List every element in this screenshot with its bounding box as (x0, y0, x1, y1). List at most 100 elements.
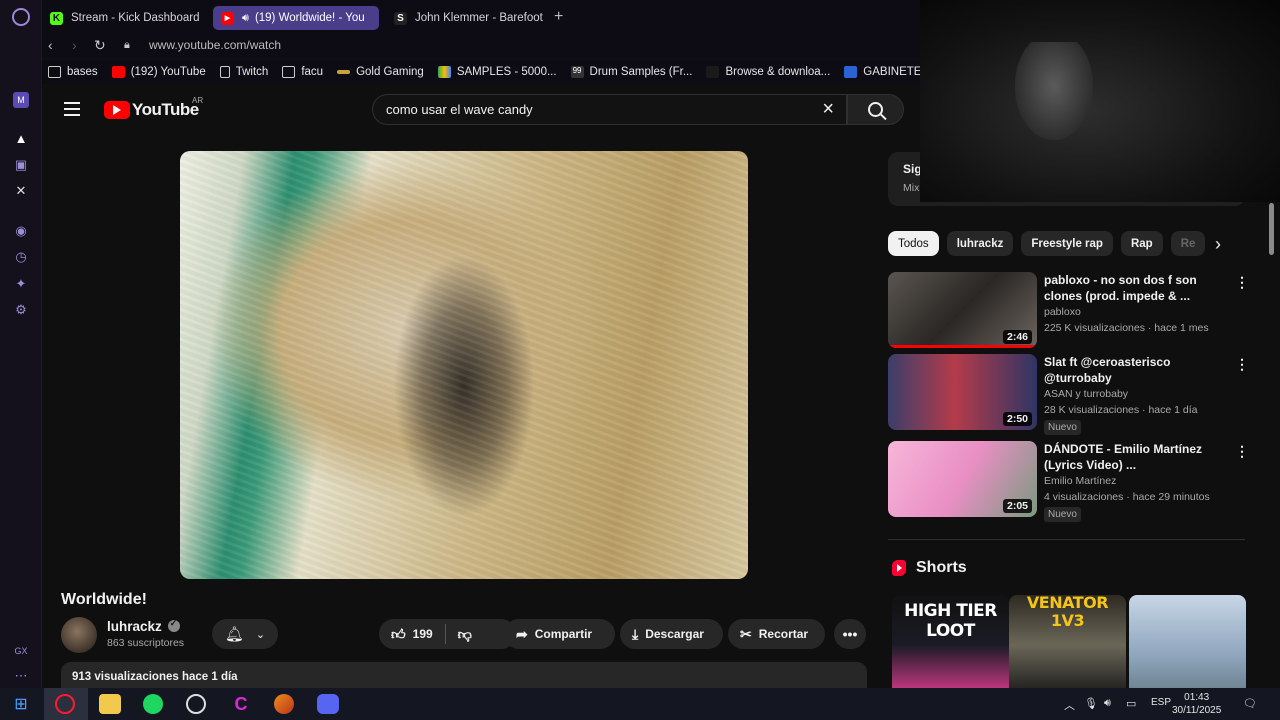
windows-start-icon[interactable]: ⊞ (10, 694, 32, 714)
recommendation-item[interactable]: 2:46 pabloxo - no son dos f son clones (… (888, 272, 1249, 348)
bookmark-twitch[interactable]: Twitch (219, 66, 268, 78)
opera-gx-icon[interactable] (55, 694, 75, 714)
dislike-icon[interactable]: 👎︎ (458, 626, 472, 643)
taskbar: ⊞ C ︿ 🎙︎ 🔊︎ ▭ ESP 01:43 30/11/2025 🗨︎ (0, 688, 1280, 720)
bookmark-youtube[interactable]: (192) YouTube (111, 66, 206, 78)
more-horizontal-icon: ••• (842, 626, 858, 642)
fl-studio-icon[interactable] (274, 694, 294, 714)
chip-todos[interactable]: Todos (888, 231, 939, 256)
short-item[interactable]: VENATOR 1V3 (1009, 595, 1126, 688)
more-vertical-icon[interactable]: ⋮ (1235, 356, 1249, 373)
recommendation-item[interactable]: 2:50 Slat ft @ceroasterisco @turrobaby A… (888, 354, 1249, 435)
search-icon (868, 102, 883, 117)
folder-icon (282, 66, 296, 78)
scrollbar[interactable] (1269, 203, 1274, 255)
share-button[interactable]: ➦ Compartir (504, 619, 615, 649)
capcut-icon[interactable]: C (230, 694, 252, 714)
history-icon[interactable]: ◷ (13, 249, 29, 265)
bookmark-browse[interactable]: Browse & downloa... (706, 66, 830, 78)
like-icon[interactable]: 👍︎ (391, 626, 406, 643)
opera-logo-icon[interactable] (12, 8, 30, 26)
discord-icon[interactable] (317, 694, 339, 714)
page-icon (706, 66, 720, 78)
notification-icon[interactable]: 🗨︎ (1243, 697, 1257, 710)
bookmark-drum-samples[interactable]: 99 Drum Samples (Fr... (570, 66, 692, 78)
video-thumbnail[interactable]: 2:05 (888, 441, 1037, 517)
bookmark-gold-gaming[interactable]: Gold Gaming (337, 66, 424, 78)
x-icon[interactable]: ✕ (13, 183, 29, 199)
file-explorer-icon[interactable] (99, 694, 121, 714)
twitch-icon[interactable]: ▣ (13, 157, 29, 173)
chip-freestyle-rap[interactable]: Freestyle rap (1021, 231, 1113, 256)
gabinete-icon (844, 66, 858, 78)
reload-icon[interactable]: ↻ (94, 37, 106, 54)
language-indicator[interactable]: ESP (1151, 697, 1171, 708)
chevron-right-icon[interactable]: › (1215, 234, 1221, 255)
video-thumbnail[interactable]: 2:46 (888, 272, 1037, 348)
shorts-icon (892, 560, 906, 576)
tab-kick[interactable]: K Stream - Kick Dashboard (42, 6, 207, 30)
clip-button[interactable]: ✂ Recortar (728, 619, 825, 649)
youtube-favicon-icon: ▶ (221, 11, 234, 25)
more-vertical-icon[interactable]: ⋮ (1235, 274, 1249, 291)
new-tab-button[interactable]: + (554, 8, 563, 26)
bookmark-gabinete[interactable]: GABINETE (844, 66, 921, 78)
more-actions-button[interactable]: ••• (834, 619, 866, 649)
forward-icon[interactable]: › (72, 37, 77, 53)
description-box[interactable]: 913 visualizaciones hace 1 día (61, 662, 867, 688)
video-title: Worldwide! (61, 591, 147, 608)
lock-icon: 🔒︎ (124, 39, 130, 51)
download-button[interactable]: ⤓ Descargar (620, 619, 723, 649)
chip-rap[interactable]: Rap (1120, 231, 1163, 256)
youtube-logo[interactable]: YouTube AR (104, 96, 203, 120)
back-icon[interactable]: ‹ (48, 37, 53, 53)
notifications-button[interactable]: 🔔︎ ⌄ (212, 619, 278, 649)
tab-bandcamp[interactable]: S John Klemmer - Barefoot (386, 6, 546, 30)
bookmark-bases[interactable]: bases (48, 66, 98, 78)
chevron-up-icon[interactable]: ︿ (1064, 697, 1075, 713)
spotify-icon[interactable] (143, 694, 163, 714)
messenger-icon[interactable]: M (13, 92, 29, 108)
clear-search-icon[interactable]: × (822, 98, 834, 121)
new-badge: Nuevo (1044, 507, 1081, 522)
gold-gaming-icon (337, 70, 351, 74)
video-thumbnail[interactable]: 2:50 (888, 354, 1037, 430)
like-count[interactable]: 199 (413, 627, 433, 641)
kick-icon[interactable]: ▲ (13, 130, 29, 146)
system-clock[interactable]: 01:43 30/11/2025 (1172, 691, 1221, 717)
chevron-down-icon: ⌄ (255, 628, 266, 641)
s-favicon-icon: S (394, 11, 407, 25)
recommendation-item[interactable]: 2:05 DÁNDOTE - Emilio Martínez (Lyrics V… (888, 441, 1249, 522)
chip-luhrackz[interactable]: luhrackz (946, 231, 1014, 256)
more-icon[interactable]: ⋯ (13, 668, 29, 684)
network-icon[interactable]: ▭ (1126, 697, 1136, 710)
gx-icon[interactable]: GX (13, 643, 29, 659)
extensions-icon[interactable]: ✦ (13, 276, 29, 292)
player-icon[interactable]: ◉ (13, 223, 29, 239)
settings-icon[interactable]: ⚙ (13, 302, 29, 318)
url-field[interactable]: www.youtube.com/watch (149, 38, 281, 52)
screen: M ▲ ▣ ✕ ◉ ◷ ✦ ⚙ GX ⋯ K Stream - Kick Das… (0, 0, 1280, 720)
more-vertical-icon[interactable]: ⋮ (1235, 443, 1249, 460)
speaker-icon[interactable]: 🔊︎ (242, 12, 249, 25)
download-icon: ⤓ (632, 625, 639, 642)
video-player[interactable] (180, 151, 748, 579)
channel-name[interactable]: luhrackz (107, 618, 180, 634)
new-badge: Nuevo (1044, 420, 1081, 435)
webcam-figure (1015, 42, 1093, 140)
obs-icon[interactable] (186, 694, 206, 714)
hamburger-menu-icon[interactable] (64, 102, 80, 120)
channel-avatar[interactable] (61, 617, 97, 653)
subscriber-count: 863 suscriptores (107, 637, 185, 649)
short-item[interactable] (1129, 595, 1246, 688)
bookmark-samples[interactable]: SAMPLES - 5000... (437, 66, 557, 78)
tab-youtube[interactable]: ▶ 🔊︎ (19) Worldwide! - You (213, 6, 379, 30)
search-input[interactable]: como usar el wave candy × (372, 94, 847, 125)
microphone-icon[interactable]: 🎙︎ (1084, 697, 1098, 710)
volume-icon[interactable]: 🔊︎ (1104, 697, 1111, 710)
chip-re[interactable]: Re (1170, 231, 1206, 256)
short-item[interactable]: HIGH TIER LOOT (892, 595, 1009, 688)
bookmark-facu[interactable]: facu (282, 66, 323, 78)
search-button[interactable] (847, 94, 904, 125)
like-dislike-group: 👍︎ 199 👎︎ (379, 619, 516, 649)
